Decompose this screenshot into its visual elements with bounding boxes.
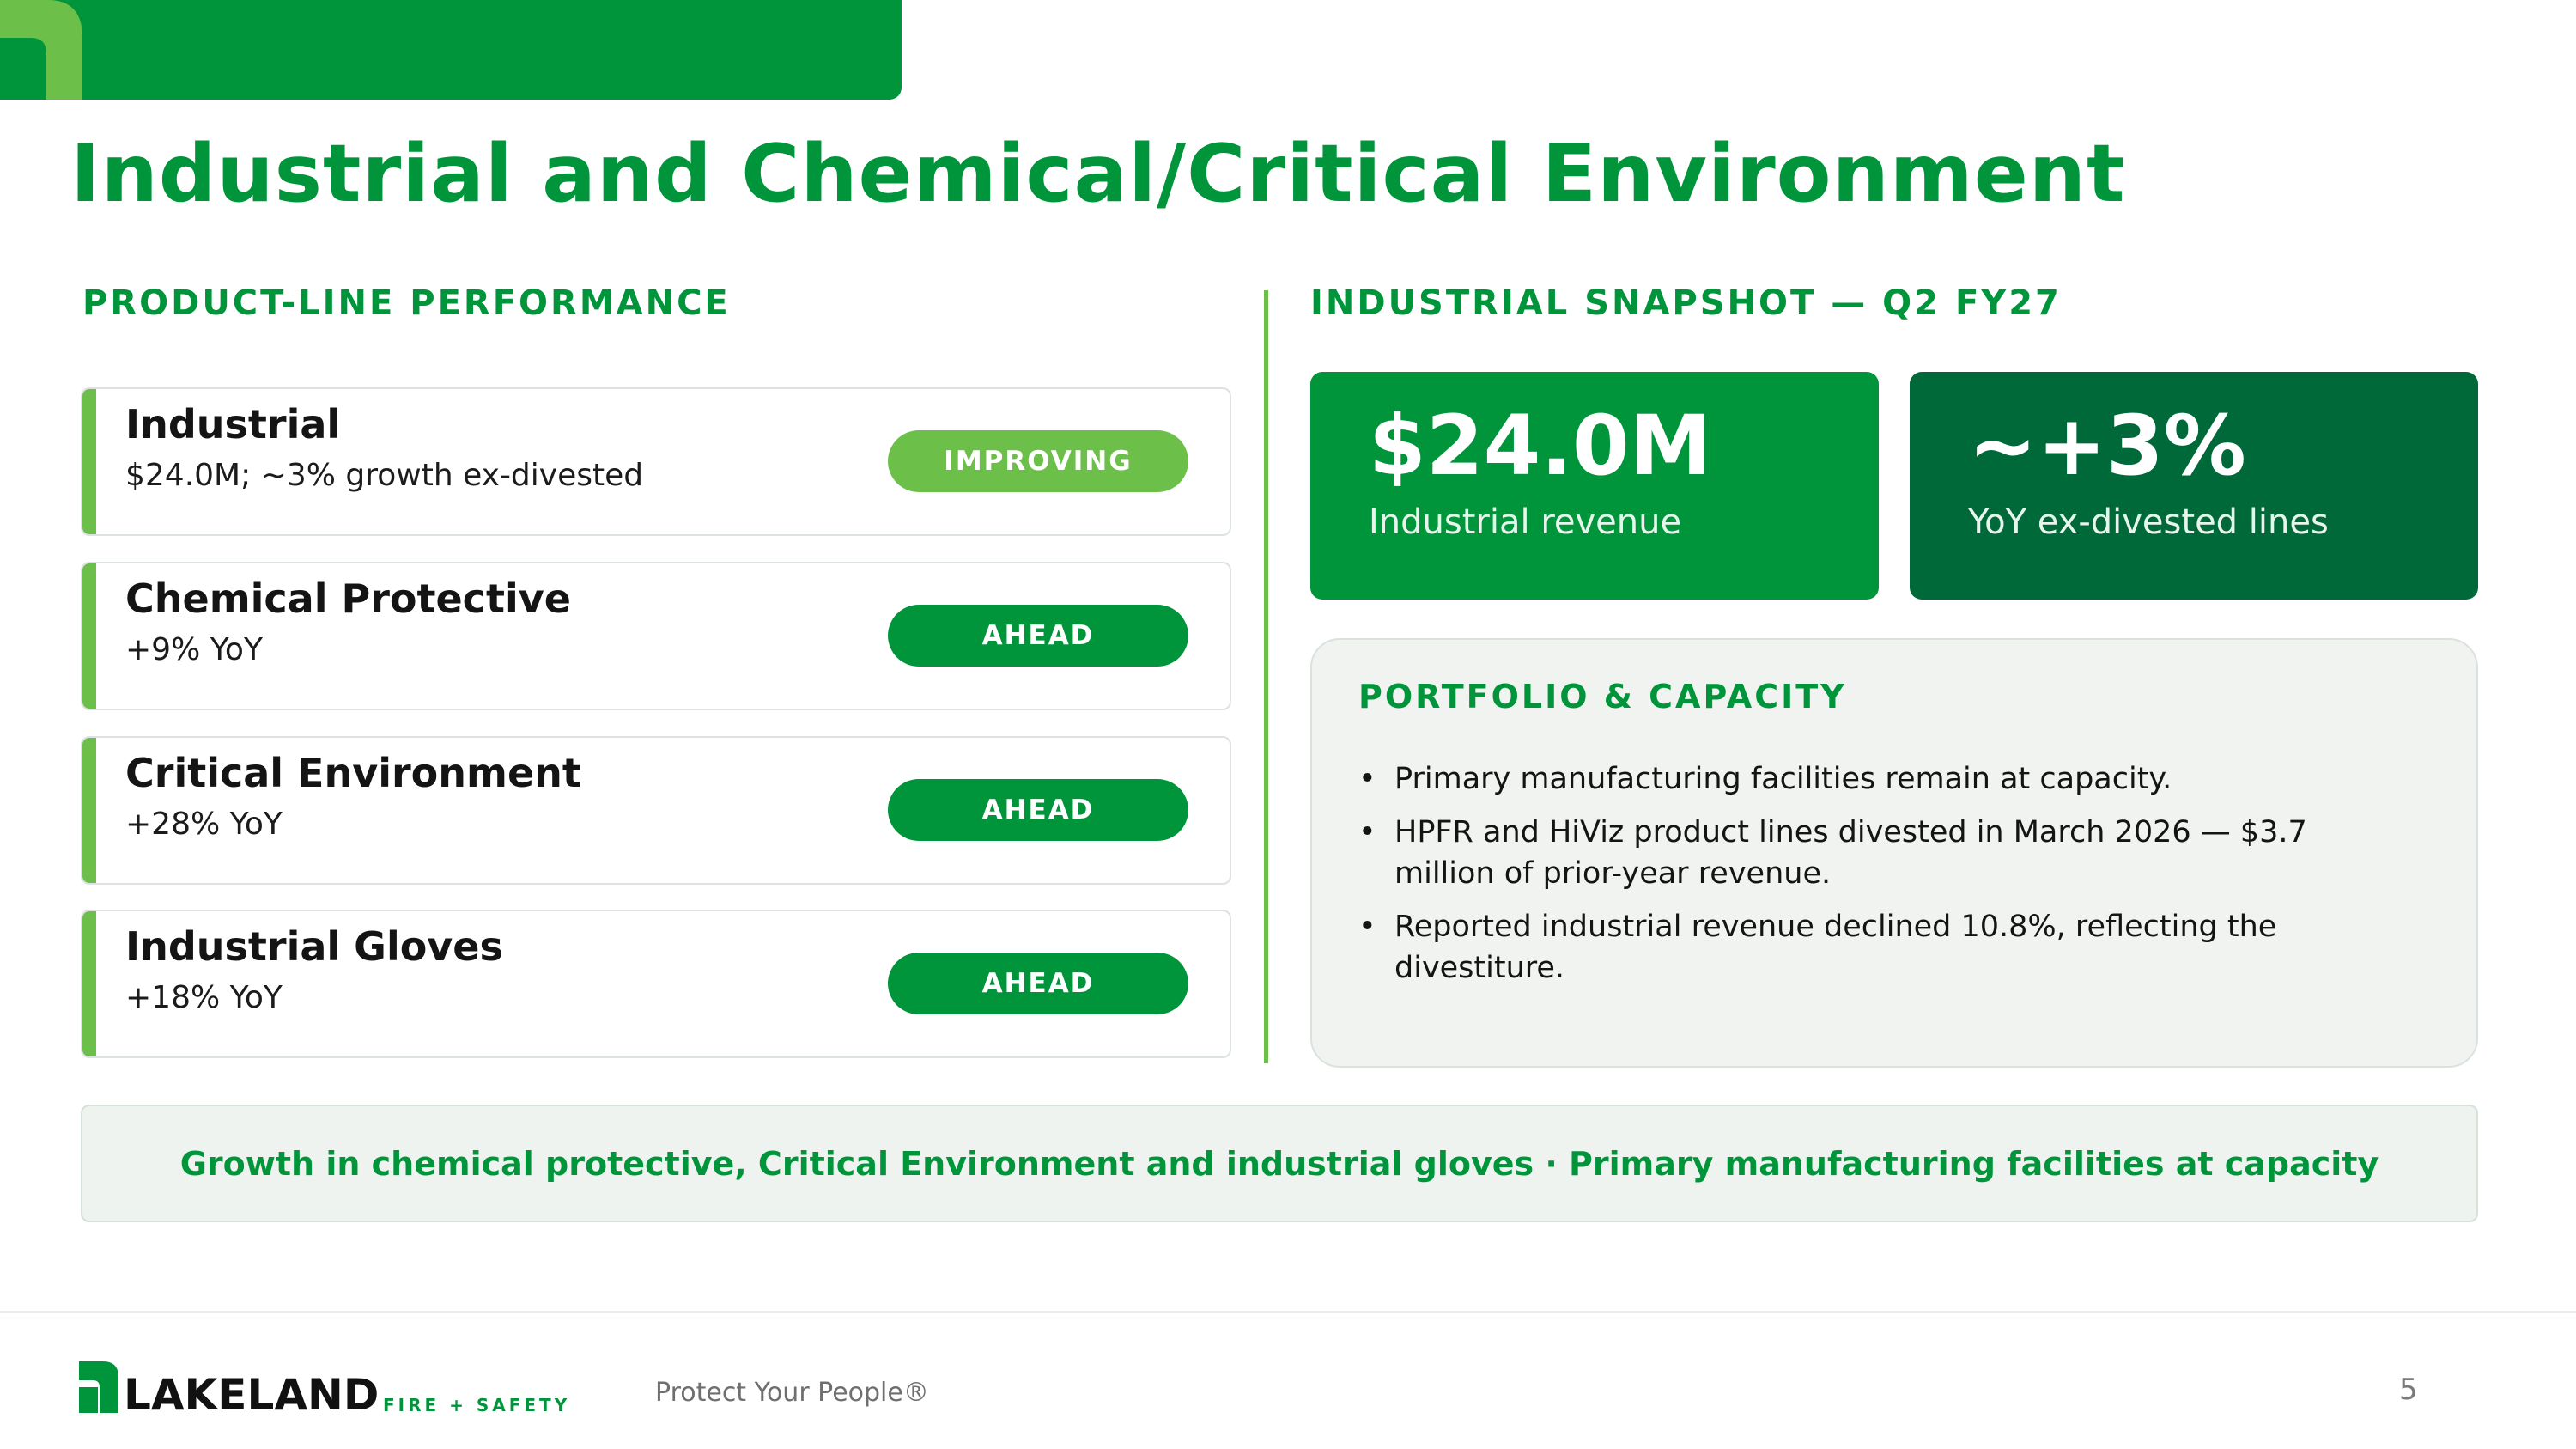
stat-card-revenue: $24.0M Industrial revenue [1310, 372, 1879, 600]
status-badge: AHEAD [888, 953, 1188, 1014]
bullet-text: Reported industrial revenue declined 10.… [1394, 910, 2277, 985]
product-line-detail: +18% YoY [125, 980, 283, 1015]
stat-card-growth: ~+3% YoY ex-divested lines [1910, 372, 2478, 600]
product-line-card-industrial: Industrial $24.0M; ~3% growth ex-diveste… [81, 387, 1231, 536]
stat-label: YoY ex-divested lines [1968, 502, 2329, 542]
product-line-heading: PRODUCT-LINE PERFORMANCE [82, 283, 731, 323]
footer-divider [0, 1311, 2576, 1313]
card-accent-bar [82, 389, 96, 534]
product-line-detail: $24.0M; ~3% growth ex-divested [125, 458, 644, 493]
status-badge: IMPROVING [888, 430, 1188, 492]
snapshot-heading: INDUSTRIAL SNAPSHOT — Q2 FY27 [1310, 283, 2062, 323]
logo-subtext: FIRE + SAFETY [383, 1395, 570, 1413]
bullet-icon: • [1358, 762, 1376, 796]
portfolio-panel: PORTFOLIO & CAPACITY • Primary manufactur… [1310, 638, 2478, 1068]
bullet-icon: • [1358, 910, 1376, 944]
card-accent-bar [82, 738, 96, 883]
footer-tagline: Protect Your People® [655, 1378, 929, 1408]
card-accent-bar [82, 563, 96, 709]
bullet-text: Primary manufacturing facilities remain … [1394, 762, 2172, 796]
summary-callout: Growth in chemical protective, Critical … [81, 1105, 2478, 1222]
product-line-detail: +28% YoY [125, 807, 283, 842]
product-line-name: Industrial [125, 401, 341, 447]
brand-leaf-icon [0, 0, 82, 100]
product-line-card-industrial-gloves: Industrial Gloves +18% YoY AHEAD [81, 910, 1231, 1058]
bullet-text: HPFR and HiViz product lines divested in… [1394, 815, 2307, 891]
product-line-card-chemical-protective: Chemical Protective +9% YoY AHEAD [81, 562, 1231, 710]
portfolio-heading: PORTFOLIO & CAPACITY [1358, 678, 1847, 715]
portfolio-bullet-list: • Primary manufacturing facilities remain… [1358, 758, 2406, 1001]
stat-label: Industrial revenue [1369, 502, 1682, 542]
page-number: 5 [2399, 1373, 2418, 1407]
product-line-card-critical-environment: Critical Environment +28% YoY AHEAD [81, 736, 1231, 885]
top-banner [0, 0, 902, 100]
stat-value: ~+3% [1968, 398, 2246, 494]
card-accent-bar [82, 911, 96, 1056]
callout-text: Growth in chemical protective, Critical … [179, 1144, 2379, 1183]
stat-value: $24.0M [1369, 398, 1712, 494]
product-line-name: Critical Environment [125, 750, 581, 796]
status-badge: AHEAD [888, 779, 1188, 841]
bullet-icon: • [1358, 815, 1376, 849]
bullet-item: • HPFR and HiViz product lines divested i… [1358, 812, 2406, 894]
page-title: Industrial and Chemical/Critical Environ… [70, 127, 2126, 220]
column-divider [1264, 290, 1268, 1063]
status-badge: AHEAD [888, 605, 1188, 667]
product-line-name: Chemical Protective [125, 575, 571, 622]
bullet-item: • Primary manufacturing facilities remain… [1358, 758, 2406, 800]
lakeland-logo: LAKELAND FIRE + SAFETY [79, 1361, 570, 1413]
product-line-name: Industrial Gloves [125, 923, 503, 970]
product-line-detail: +9% YoY [125, 632, 263, 667]
bullet-item: • Reported industrial revenue declined 10… [1358, 906, 2406, 989]
logo-wordmark: LAKELAND [124, 1370, 379, 1413]
